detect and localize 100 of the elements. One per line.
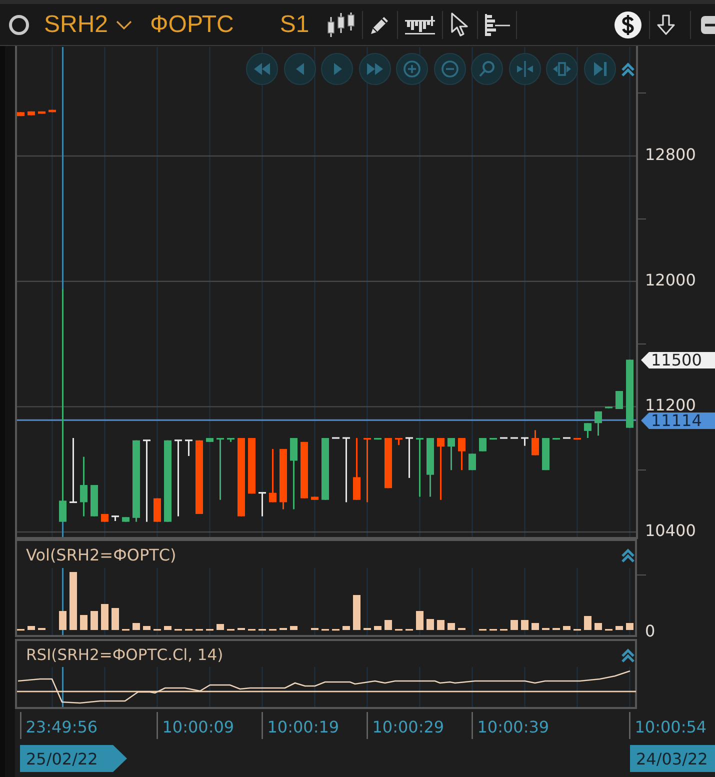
compress-icon	[516, 60, 534, 78]
volume-bar	[510, 620, 518, 630]
fast-forward-button[interactable]	[358, 53, 390, 85]
rewind-button[interactable]	[246, 53, 278, 85]
time-axis-label: 10:00:39	[477, 718, 550, 736]
candlestick	[384, 438, 392, 488]
dollar-circle-icon[interactable]	[614, 10, 642, 38]
minus-box-icon[interactable]	[700, 14, 715, 34]
double-chevron-up-icon[interactable]	[622, 550, 634, 562]
ring-icon[interactable]	[8, 14, 30, 36]
candlestick	[626, 360, 634, 428]
volume-bar	[143, 626, 150, 630]
volume-bar	[70, 572, 77, 630]
chevron-down-icon	[116, 20, 132, 30]
volume-bar	[28, 626, 35, 630]
candlestick	[479, 438, 486, 452]
volume-bar	[342, 626, 350, 630]
zoom-in-button[interactable]	[396, 53, 428, 85]
timeframe-button[interactable]: S1	[280, 10, 310, 38]
zoom-in-icon	[403, 60, 421, 78]
candlestick	[364, 438, 371, 502]
magnifier-button[interactable]	[471, 53, 503, 85]
candlestick	[185, 440, 192, 456]
volume-bar	[59, 611, 66, 630]
volume-bar	[290, 626, 298, 630]
rewind-icon	[253, 60, 271, 78]
candlestick	[227, 438, 234, 442]
candlestick	[90, 485, 98, 516]
candlestick	[258, 492, 266, 516]
candlestick	[290, 438, 298, 510]
play-button[interactable]	[321, 53, 353, 85]
skip-end-button[interactable]	[584, 53, 616, 85]
back-button[interactable]	[284, 53, 316, 85]
volume-axis-label: 0	[645, 622, 656, 637]
candlestick	[154, 498, 161, 522]
candlestick	[416, 438, 424, 497]
candlestick	[448, 438, 455, 470]
candlestick	[70, 438, 77, 504]
volume-bar	[448, 623, 455, 630]
expand-button[interactable]	[546, 53, 578, 85]
volume-bar	[626, 623, 634, 630]
fast-forward-icon	[366, 60, 384, 78]
candlestick	[80, 456, 88, 516]
time-axis-label: 10:00:54	[634, 718, 707, 736]
candlestick	[280, 448, 287, 510]
session-start-line	[62, 667, 64, 707]
symbol-dropdown[interactable]: SRH2	[44, 10, 132, 38]
date-flag: 25/02/22	[20, 745, 127, 772]
panel-title: Vol(SRH2=ФОРТС)	[26, 546, 176, 564]
volume-bar	[426, 619, 434, 630]
candlestick	[101, 514, 108, 522]
candlestick	[342, 437, 350, 502]
volume-bar	[80, 615, 88, 630]
volume-bar	[164, 626, 172, 630]
stock-chart-icon[interactable]	[326, 12, 356, 38]
candlestick	[542, 438, 550, 470]
bar-chart-icon[interactable]	[404, 14, 436, 36]
volume-bar	[384, 620, 392, 630]
magnifier-icon	[478, 60, 496, 78]
zoom-out-icon	[440, 60, 458, 78]
volume-bar	[584, 616, 592, 630]
candlestick	[374, 438, 382, 440]
candlestick	[563, 437, 570, 439]
candlestick	[332, 437, 340, 439]
volume-bar	[216, 624, 224, 630]
candlestick	[521, 437, 528, 446]
compress-button[interactable]	[508, 53, 540, 85]
volume-bar	[353, 595, 360, 630]
arrow-down-icon[interactable]	[656, 14, 676, 36]
price-axis-label: 12800	[645, 145, 696, 164]
double-chevron-up-icon[interactable]	[621, 62, 635, 76]
volume-bar	[521, 620, 528, 630]
volume-bar	[90, 611, 98, 630]
zoom-out-button[interactable]	[434, 53, 466, 85]
candlestick	[490, 438, 497, 440]
candlestick	[206, 438, 214, 442]
candlestick	[552, 438, 560, 440]
time-axis-label: 23:49:56	[26, 718, 98, 736]
candlestick	[248, 438, 256, 494]
price-marker: 11500	[641, 350, 715, 370]
candlestick	[426, 438, 434, 497]
candlestick	[311, 496, 318, 500]
candlestick	[122, 517, 130, 522]
candlestick	[395, 438, 402, 446]
double-chevron-up-icon[interactable]	[622, 650, 634, 662]
volume-bar	[594, 623, 602, 630]
horizontal-bars-icon[interactable]	[484, 12, 510, 36]
candlestick	[532, 430, 539, 456]
volume-bar	[112, 608, 119, 630]
candlestick	[322, 438, 329, 500]
candlestick	[574, 438, 581, 440]
panel-title: RSI(SRH2=ФОРТС.Cl, 14)	[26, 646, 224, 664]
candlestick	[594, 411, 602, 436]
date-flag: 24/03/22	[630, 745, 715, 772]
candlestick	[584, 423, 592, 438]
volume-bar	[132, 623, 140, 630]
time-axis-label: 10:00:29	[372, 718, 444, 736]
time-axis-label: 10:00:19	[267, 718, 340, 736]
volume-bar	[101, 604, 108, 630]
price-marker: 11114	[641, 411, 715, 430]
